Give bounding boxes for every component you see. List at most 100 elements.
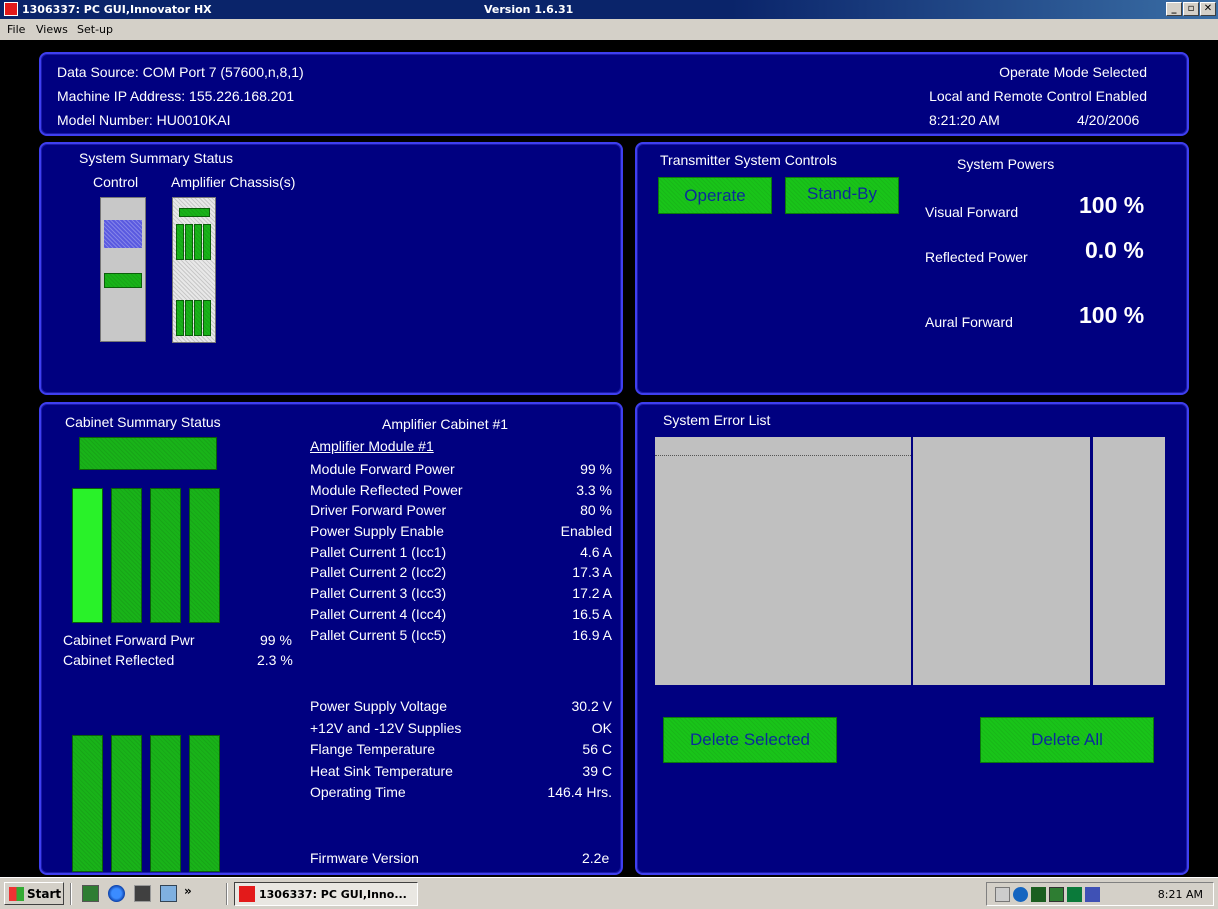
reading-label: Flange Temperature (310, 741, 436, 757)
close-button[interactable]: ✕ (1200, 2, 1216, 16)
amplifier-chassis-graphic[interactable] (172, 197, 216, 343)
reading-label: Power Supply Enable (310, 523, 444, 540)
reflected-power-value: 0.0 % (1085, 237, 1144, 263)
menu-views[interactable]: Views (36, 23, 68, 36)
reading-label: Pallet Current 3 (Icc3) (310, 585, 447, 602)
volume-icon[interactable] (995, 887, 1010, 902)
menu-setup[interactable]: Set-up (77, 23, 113, 36)
taskbar-separator (226, 883, 228, 905)
model-number-text: Model Number: HU0010KAI (57, 112, 231, 128)
internet-explorer-icon[interactable] (108, 885, 125, 902)
reading-label: Module Forward Power (310, 461, 455, 477)
error-list-column-3[interactable] (1093, 437, 1165, 685)
amp-module-title[interactable]: Amplifier Module #1 (310, 438, 434, 454)
reading-value: OK (591, 719, 612, 736)
reflected-power-label: Reflected Power (925, 249, 1028, 265)
menu-file[interactable]: File (7, 23, 25, 36)
quicklaunch-chevron-icon[interactable]: » (184, 884, 192, 898)
control-unit-graphic[interactable] (100, 197, 146, 342)
cabinet-module-indicator-active[interactable] (72, 488, 103, 623)
reading-row: Module Reflected Power 3.3 % (310, 482, 612, 503)
taskbar-app-label: 1306337: PC GUI,Inno... (259, 888, 407, 901)
reading-value: 30.2 V (571, 698, 612, 714)
chassis-module-indicator (176, 224, 184, 260)
chassis-module-indicator (203, 300, 211, 336)
windows-flag-icon (9, 887, 24, 901)
title-bar[interactable]: 1306337: PC GUI,Innovator HX Version 1.6… (0, 0, 1218, 19)
cabinet-module-indicator[interactable] (189, 488, 220, 623)
window-title: 1306337: PC GUI,Innovator HX (22, 3, 212, 16)
reading-row: Module Forward Power 99 % (310, 461, 612, 482)
reading-label: Pallet Current 1 (Icc1) (310, 543, 447, 560)
app-icon[interactable] (4, 2, 18, 16)
pc-icon[interactable] (1067, 887, 1082, 902)
time-text: 8:21:20 AM (929, 112, 1000, 128)
connection-icon[interactable] (1085, 887, 1100, 902)
monitor-icon[interactable] (1049, 887, 1064, 902)
reading-row: Pallet Current 4 (Icc4) 16.5 A (310, 606, 612, 627)
standby-button[interactable]: Stand-By (785, 177, 899, 214)
show-desktop-icon[interactable] (82, 885, 99, 902)
minimize-button[interactable]: _ (1166, 2, 1182, 16)
reading-label: Pallet Current 2 (Icc2) (310, 564, 447, 581)
delete-all-button[interactable]: Delete All (980, 717, 1154, 763)
cabinet-status-indicator[interactable] (79, 437, 217, 470)
chassis-module-indicator (194, 224, 202, 260)
reading-row: Pallet Current 5 (Icc5) 16.9 A (310, 627, 612, 648)
system-tray: 8:21 AM (986, 882, 1214, 906)
error-list-column-1[interactable] (655, 437, 911, 685)
cabinet-module-indicator[interactable] (111, 735, 142, 872)
reading-row: Pallet Current 2 (Icc2) 17.3 A (310, 564, 612, 585)
cabinet-module-indicator[interactable] (150, 488, 181, 623)
reading-label: Driver Forward Power (310, 502, 447, 519)
maximize-button[interactable]: ▫ (1183, 2, 1199, 16)
taskbar-clock[interactable]: 8:21 AM (1158, 888, 1203, 901)
list-selection-line (655, 455, 911, 456)
delete-selected-button[interactable]: Delete Selected (663, 717, 837, 763)
reading-value: 39 C (582, 762, 612, 779)
app-task-icon (239, 886, 255, 902)
cabinet-module-indicator[interactable] (72, 735, 103, 872)
aural-forward-value: 100 % (1079, 302, 1145, 328)
chassis-status-indicator (179, 208, 210, 217)
tray-app-icon[interactable] (1031, 887, 1046, 902)
error-list-panel: System Error List Delete Selected Delete… (635, 402, 1189, 875)
reading-value: 146.4 Hrs. (547, 784, 612, 800)
cabinet-module-indicator[interactable] (111, 488, 142, 623)
reading-row: Pallet Current 1 (Icc1) 4.6 A (310, 544, 612, 565)
error-list-title: System Error List (663, 412, 771, 428)
reading-value: 80 % (580, 502, 612, 519)
cabinet-summary-title: Cabinet Summary Status (65, 414, 221, 430)
cabinet-module-indicator[interactable] (189, 735, 220, 872)
error-list-column-2[interactable] (913, 437, 1090, 685)
operate-button[interactable]: Operate (658, 177, 772, 214)
start-button[interactable]: Start (4, 882, 64, 905)
system-summary-title: System Summary Status (79, 150, 234, 166)
operate-mode-text: Operate Mode Selected (999, 64, 1147, 80)
chassis-module-indicator (176, 300, 184, 336)
network-icon[interactable] (1013, 887, 1028, 902)
chassis-module-indicator (203, 224, 211, 260)
cabinet-reflected-value: 2.3 % (257, 652, 293, 668)
cabinet-forward-label: Cabinet Forward Pwr (63, 632, 195, 648)
search-icon[interactable] (160, 885, 177, 902)
taskbar-app-button[interactable]: 1306337: PC GUI,Inno... (234, 882, 418, 906)
system-powers-title: System Powers (957, 156, 1055, 172)
chassis-label: Amplifier Chassis(s) (171, 174, 296, 190)
data-source-text: Data Source: COM Port 7 (57600,n,8,1) (57, 64, 304, 80)
cabinet-panel: Cabinet Summary Status Cabinet Forward P… (39, 402, 623, 875)
chassis-module-indicator (194, 300, 202, 336)
reading-value: 3.3 % (576, 481, 612, 498)
firmware-label: Firmware Version (310, 850, 419, 866)
command-prompt-icon[interactable] (134, 885, 151, 902)
supply-readings: Power Supply Voltage 30.2 V +12V and -12V… (310, 698, 612, 806)
cabinet-forward-value: 99 % (260, 632, 292, 648)
ip-address-text: Machine IP Address: 155.226.168.201 (57, 88, 295, 104)
visual-forward-value: 100 % (1079, 192, 1145, 218)
cabinet-module-indicator[interactable] (150, 735, 181, 872)
control-mode-text: Local and Remote Control Enabled (929, 88, 1147, 104)
visual-forward-label: Visual Forward (925, 204, 1019, 220)
reading-value: 17.3 A (572, 564, 612, 581)
controls-panel: Transmitter System Controls Operate Stan… (635, 142, 1189, 395)
date-text: 4/20/2006 (1077, 112, 1140, 128)
